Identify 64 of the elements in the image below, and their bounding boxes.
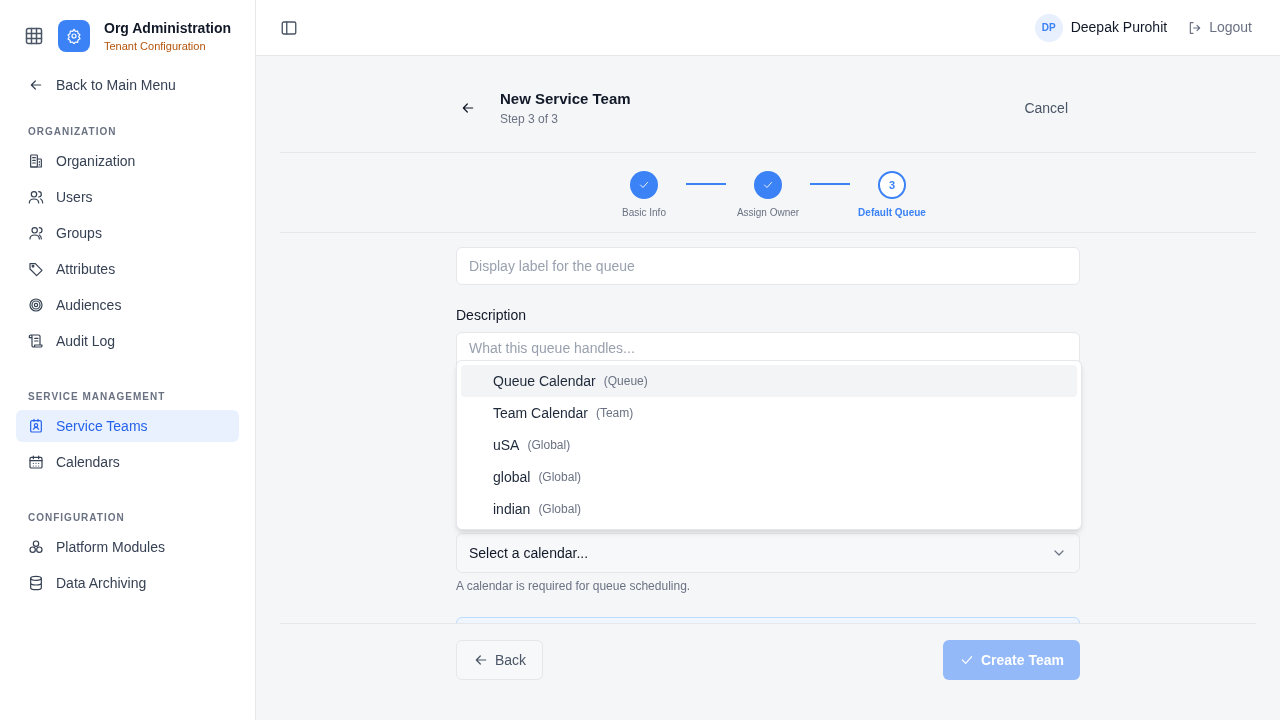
option-name: global xyxy=(493,467,531,487)
step-label: Assign Owner xyxy=(736,206,800,220)
dropdown-option[interactable]: global (Global) xyxy=(461,461,1077,493)
nav-item[interactable]: Organization xyxy=(16,145,239,177)
nav-item[interactable]: Attributes xyxy=(16,253,239,285)
nav-item[interactable]: Calendars xyxy=(16,446,239,478)
check-icon xyxy=(762,179,774,191)
scroll-icon xyxy=(28,333,44,349)
back-link[interactable]: Back to Main Menu xyxy=(16,73,239,97)
nav-item[interactable]: Service Teams xyxy=(16,410,239,442)
check-icon xyxy=(638,179,650,191)
calendar-select[interactable]: Select a calendar... xyxy=(456,533,1080,573)
nav-item[interactable]: Groups xyxy=(16,217,239,249)
building-icon xyxy=(28,153,44,169)
app-title: Org Administration xyxy=(104,19,232,38)
helper-text: A calendar is required for queue scheduling. xyxy=(456,578,692,595)
back-button[interactable]: Back xyxy=(456,640,544,680)
option-name: Team Calendar xyxy=(493,403,588,423)
option-scope: (Global) xyxy=(538,501,582,518)
dropdown-option[interactable]: Queue Calendar (Queue) xyxy=(461,365,1077,397)
calendar-icon xyxy=(28,454,44,470)
app-subtitle: Tenant Configuration xyxy=(104,39,207,54)
input-field[interactable]: Display label for the queue xyxy=(456,247,1080,285)
step-number: 3 xyxy=(878,171,906,199)
cancel-button[interactable]: Cancel xyxy=(1024,97,1068,119)
arrow-left-icon xyxy=(28,77,44,93)
step-label: Basic Info xyxy=(622,206,666,220)
grid-icon xyxy=(24,26,44,46)
option-name: Queue Calendar xyxy=(493,371,596,391)
tag-icon xyxy=(28,261,44,277)
target-icon xyxy=(28,297,44,313)
users-icon xyxy=(28,189,44,205)
circles-icon xyxy=(28,539,44,555)
user-avatar: DP xyxy=(1034,13,1063,42)
section-heading: ORGANIZATION xyxy=(27,125,118,139)
id-badge-icon xyxy=(28,418,44,434)
option-scope: (Global) xyxy=(538,469,582,486)
logout-link[interactable]: Logout xyxy=(1187,17,1252,38)
users-icon xyxy=(28,225,44,241)
option-name: indian xyxy=(493,499,531,519)
step-counter: Step 3 of 3 xyxy=(500,111,560,129)
nav-item[interactable]: Data Archiving xyxy=(16,567,239,599)
nav-item[interactable]: Audit Log xyxy=(16,325,239,357)
option-scope: (Team) xyxy=(595,405,634,422)
option-name: uSA xyxy=(493,435,520,455)
section-heading: CONFIGURATION xyxy=(27,511,126,525)
sidebar-toggle-icon xyxy=(280,18,298,37)
option-scope: (Queue) xyxy=(603,373,648,390)
nav-item[interactable]: Users xyxy=(16,181,239,213)
dropdown-option[interactable]: Team Calendar (Team) xyxy=(461,397,1077,429)
section-heading: SERVICE MANAGEMENT xyxy=(27,390,167,404)
nav-item[interactable]: Audiences xyxy=(16,289,239,321)
dropdown-option[interactable]: indian (Global) xyxy=(461,493,1077,525)
field-label: Description xyxy=(456,306,528,325)
gear-icon xyxy=(66,28,82,44)
arrow-left-icon xyxy=(473,652,489,668)
nav-item[interactable]: Platform Modules xyxy=(16,531,239,563)
user-name: Deepak Purohit xyxy=(1070,18,1168,37)
page-title: New Service Team xyxy=(500,88,632,109)
arrow-left-icon xyxy=(460,100,476,116)
dropdown-option[interactable]: uSA (Global) xyxy=(461,429,1077,461)
database-icon xyxy=(28,575,44,591)
option-scope: (Global) xyxy=(527,437,571,454)
step-label: Default Queue xyxy=(858,206,926,220)
